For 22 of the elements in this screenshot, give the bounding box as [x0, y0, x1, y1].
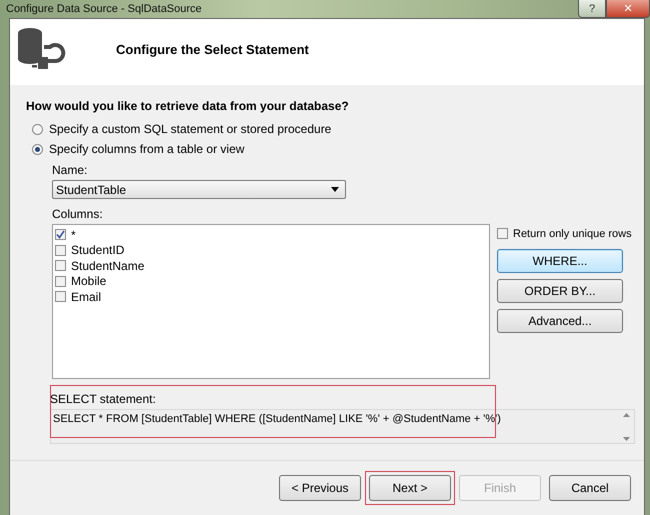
option-label: Specify columns from a table or view [49, 142, 244, 156]
question-text: How would you like to retrieve data from your database? [26, 99, 350, 113]
column-name: Email [71, 290, 102, 304]
wizard-button[interactable]: Next > [369, 475, 451, 501]
column-name: StudentName [71, 258, 144, 273]
option-label: Specify a custom SQL statement or stored procedure [49, 122, 332, 136]
wizard-button[interactable]: Cancel [549, 475, 631, 501]
statement-label: SELECT statement: [50, 392, 157, 406]
column-name: Mobile [71, 274, 106, 288]
columns-label: Columns: [52, 207, 104, 221]
column-name: StudentID [71, 243, 124, 258]
checkbox-label: Return only unique rows [513, 228, 632, 240]
table-dropdown[interactable]: StudentTable [52, 180, 346, 199]
wizard-button[interactable]: < Previous [279, 475, 361, 501]
query-button[interactable]: WHERE... [497, 248, 623, 272]
name-label: Name: [52, 163, 88, 177]
page-heading: Configure the Select Statement [116, 42, 309, 56]
query-button[interactable]: Advanced... [497, 308, 623, 332]
help-button[interactable]: ? [578, 0, 606, 18]
query-button[interactable]: ORDER BY... [497, 278, 623, 302]
column-name: * [71, 228, 76, 242]
window-title: Configure Data Source - SqlDataSource [6, 3, 202, 15]
